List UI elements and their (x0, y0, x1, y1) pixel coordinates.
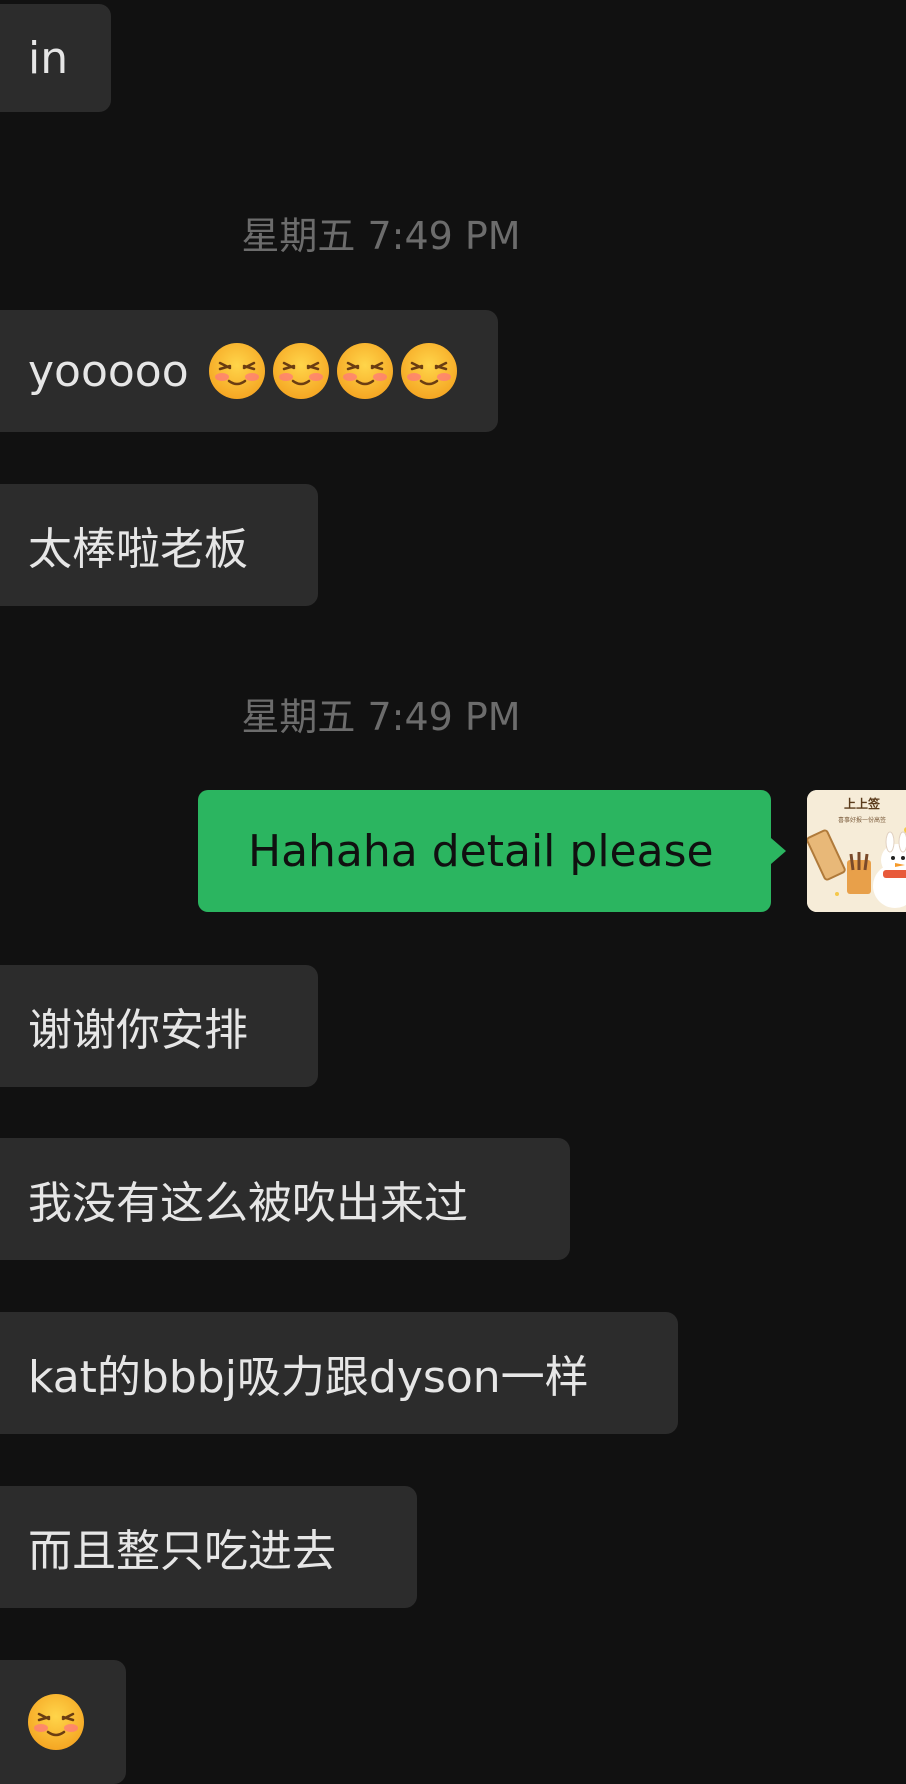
message-bubble[interactable] (0, 1660, 126, 1784)
bubble-tail (771, 838, 786, 864)
message-bubble[interactable]: in (0, 4, 111, 112)
blushing-smile-emoji-icon (271, 341, 331, 401)
message-text: 太棒啦老板 (28, 524, 248, 575)
message-bubble[interactable]: 而且整只吃进去 (0, 1486, 417, 1608)
message-bubble[interactable]: 我没有这么被吹出来过 (0, 1138, 570, 1260)
message-text: kat的bbbj吸力跟dyson一样 (28, 1352, 589, 1403)
timestamp: 星期五 7:49 PM (241, 214, 521, 258)
message-bubble[interactable]: yooooo (0, 310, 498, 432)
message-text: 我没有这么被吹出来过 (28, 1178, 468, 1229)
message-text: 谢谢你安排 (28, 1005, 248, 1056)
blushing-smile-emoji-icon (399, 341, 459, 401)
message-bubble[interactable]: 太棒啦老板 (0, 484, 318, 606)
avatar-caption: 喜事好报一份高签 (838, 816, 886, 824)
blushing-smile-emoji-icon (26, 1692, 86, 1752)
message-bubble[interactable]: kat的bbbj吸力跟dyson一样 (0, 1312, 678, 1434)
message-text: 而且整只吃进去 (28, 1526, 336, 1577)
timestamp: 星期五 7:49 PM (241, 695, 521, 739)
blushing-smile-emoji-icon (207, 341, 267, 401)
blushing-smile-emoji-icon (335, 341, 395, 401)
message-text: in (28, 32, 69, 84)
message-text: yooooo (28, 345, 189, 397)
avatar-title: 上上签 (844, 796, 881, 811)
sent-message-bubble[interactable]: Hahaha detail please (198, 790, 771, 912)
message-text: Hahaha detail please (248, 825, 714, 877)
message-bubble[interactable]: 谢谢你安排 (0, 965, 318, 1087)
user-avatar[interactable]: 上上签 喜事好报一份高签 (807, 790, 906, 912)
